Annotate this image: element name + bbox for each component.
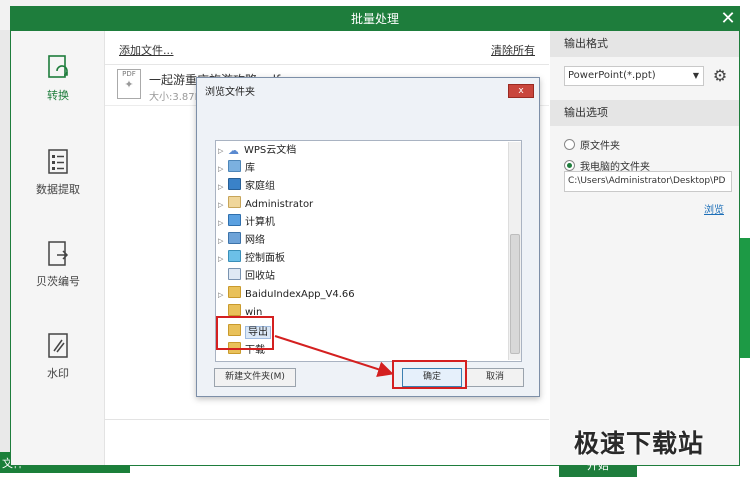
- expand-arrow-icon[interactable]: ▷: [218, 214, 226, 232]
- sidebar-item-watermark[interactable]: 水印: [11, 331, 105, 381]
- tree-item-label: 控制面板: [245, 253, 285, 264]
- computer-icon: [228, 214, 241, 226]
- expand-arrow-icon[interactable]: ▷: [218, 232, 226, 250]
- annotation-highlight-folder: [216, 316, 274, 350]
- output-path-field[interactable]: C:\Users\Administrator\Desktop\PD: [564, 171, 732, 192]
- sidebar-item-data-extract[interactable]: 数据提取: [11, 147, 105, 197]
- background-app-strip: [740, 238, 750, 358]
- data-extract-icon: [48, 149, 68, 174]
- chevron-down-icon: ▼: [692, 71, 699, 80]
- browse-link[interactable]: 浏览: [704, 201, 724, 216]
- tree-item[interactable]: ▷ 库: [216, 160, 255, 178]
- tree-item-label: Administrator: [245, 199, 314, 210]
- tree-item-label: 回收站: [245, 271, 275, 282]
- sidebar: 转换 数据提取 贝茨编号 水印: [11, 31, 105, 465]
- pdf-file-icon: PDF ✦: [117, 69, 141, 99]
- cancel-button[interactable]: 取消: [466, 368, 524, 387]
- scrollbar-thumb[interactable]: [510, 234, 520, 354]
- divider: [105, 419, 549, 420]
- tree-item-label: 库: [245, 163, 255, 174]
- output-settings-panel: 输出格式 PowerPoint(*.ppt) ▼ ⚙ 输出选项 原文件夹 我电脑…: [550, 31, 739, 465]
- tree-item[interactable]: ▷ 网络: [216, 232, 265, 250]
- sidebar-item-label: 水印: [47, 367, 69, 380]
- close-icon[interactable]: x: [508, 84, 534, 98]
- radio-label: 原文件夹: [580, 141, 620, 152]
- output-format-heading: 输出格式: [550, 31, 739, 57]
- expand-arrow-icon[interactable]: ▷: [218, 250, 226, 268]
- output-format-select[interactable]: PowerPoint(*.ppt) ▼: [564, 66, 704, 86]
- tree-item[interactable]: ▷ 家庭组: [216, 178, 275, 196]
- library-icon: [228, 160, 241, 172]
- expand-arrow-icon[interactable]: ▷: [218, 178, 226, 196]
- convert-icon: [48, 55, 68, 78]
- cloud-icon: ☁: [228, 144, 239, 157]
- site-watermark: 极速下载站: [574, 429, 705, 458]
- homegroup-icon: [228, 178, 241, 190]
- network-icon: [228, 232, 241, 244]
- folder-icon: [228, 286, 241, 298]
- watermark-icon: [48, 333, 68, 358]
- close-icon[interactable]: ✕: [717, 7, 739, 31]
- expand-arrow-icon[interactable]: ▷: [218, 160, 226, 178]
- tree-item[interactable]: ▷ 控制面板: [216, 250, 285, 268]
- sidebar-item-bates-number[interactable]: 贝茨编号: [11, 239, 105, 289]
- tree-item-label: 计算机: [245, 217, 275, 228]
- sidebar-item-convert[interactable]: 转换: [11, 53, 105, 103]
- tree-item-label: WPS云文档: [244, 145, 297, 156]
- tree-item[interactable]: ▷ BaiduIndexApp_V4.66: [216, 286, 355, 304]
- expand-arrow-icon[interactable]: ▷: [218, 142, 226, 160]
- tree-item[interactable]: ▷ 计算机: [216, 214, 275, 232]
- clear-all-link[interactable]: 清除所有: [491, 42, 535, 58]
- browse-dialog-title: 浏览文件夹: [205, 87, 255, 98]
- user-folder-icon: [228, 196, 241, 208]
- sidebar-item-label: 转换: [47, 89, 69, 102]
- dialog-title: 批量处理: [350, 12, 399, 26]
- control-panel-icon: [228, 250, 241, 262]
- radio-button: [564, 139, 575, 150]
- tree-item[interactable]: 回收站: [216, 268, 275, 286]
- expand-arrow-icon[interactable]: ▷: [218, 196, 226, 214]
- new-folder-button[interactable]: 新建文件夹(M): [214, 368, 296, 387]
- dialog-titlebar: 批量处理 ✕: [11, 7, 739, 31]
- output-options-heading: 输出选项: [550, 100, 739, 126]
- sidebar-item-label: 贝茨编号: [36, 275, 80, 288]
- folder-icon: [228, 304, 241, 316]
- tree-item-label: BaiduIndexApp_V4.66: [245, 289, 355, 300]
- sidebar-item-label: 数据提取: [36, 183, 80, 196]
- tree-item-label: 网络: [245, 235, 265, 246]
- expand-arrow-icon[interactable]: ▷: [218, 286, 226, 304]
- radio-original-folder[interactable]: 原文件夹: [564, 137, 620, 152]
- divider: [105, 64, 549, 65]
- add-file-link[interactable]: 添加文件...: [119, 42, 174, 58]
- tree-item-label: 家庭组: [245, 181, 275, 192]
- annotation-highlight-ok: [392, 360, 467, 389]
- tree-item[interactable]: ▷ ☁ WPS云文档: [216, 142, 296, 160]
- tree-scrollbar[interactable]: [508, 142, 521, 360]
- recycle-bin-icon: [228, 268, 241, 280]
- tree-item[interactable]: ▷ Administrator: [216, 196, 313, 214]
- output-format-value: PowerPoint(*.ppt): [568, 70, 656, 81]
- gear-icon[interactable]: ⚙: [710, 66, 730, 86]
- radio-button-selected: [564, 160, 575, 171]
- bates-number-icon: [48, 241, 69, 266]
